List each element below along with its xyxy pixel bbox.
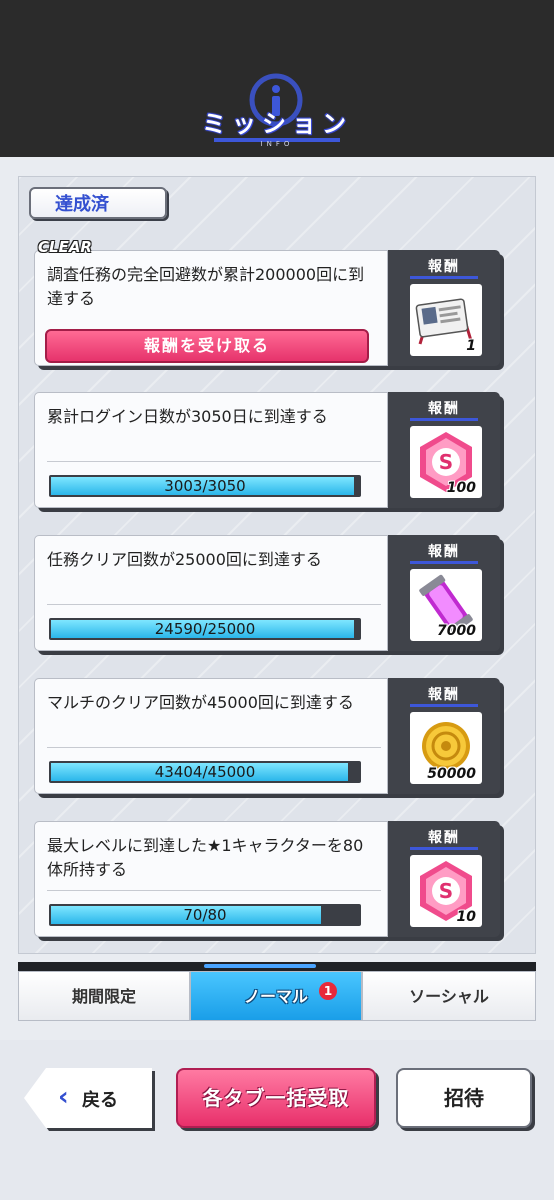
mission-body: 最大レベルに到達した★1キャラクターを80体所持する 70/80: [34, 821, 388, 937]
bulk-claim-button[interactable]: 各タブ一括受取: [176, 1068, 376, 1128]
tab-label: ソーシャル: [409, 987, 489, 1006]
header-bar: ミッション INFO: [0, 0, 554, 157]
progress-text: 24590/25000: [154, 620, 256, 638]
tab-limited[interactable]: 期間限定: [18, 971, 190, 1021]
mission-card: 任務クリア回数が25000回に到達する 24590/25000 報酬 7000: [34, 535, 504, 655]
reward-underline: [410, 418, 478, 421]
tab-label: 期間限定: [71, 987, 136, 1006]
progress-bar: 43404/45000: [49, 761, 361, 783]
svg-text:S: S: [439, 450, 453, 474]
mission-text: 調査任務の完全回避数が累計200000回に到達する: [47, 265, 365, 308]
reward-tile[interactable]: 7000: [410, 569, 482, 641]
svg-text:S: S: [439, 879, 453, 903]
progress-bar: 3003/3050: [49, 475, 361, 497]
mission-card: マルチのクリア回数が45000回に到達する 43404/45000 報酬 500…: [34, 678, 504, 798]
reward-underline: [410, 276, 478, 279]
page-title: ミッション: [202, 110, 352, 138]
clear-badge: CLEAR: [38, 238, 92, 256]
completed-filter-tab[interactable]: 達成済: [29, 187, 167, 219]
card-divider: [47, 890, 381, 891]
mission-text: 累計ログイン日数が3050日に到達する: [47, 407, 328, 426]
mission-body: マルチのクリア回数が45000回に到達する 43404/45000: [34, 678, 388, 794]
mission-card: 調査任務の完全回避数が累計200000回に到達する 報酬を受け取る CLEAR …: [34, 238, 504, 370]
reward-label: 報酬: [428, 544, 460, 560]
tab-normal[interactable]: ノーマル 1: [190, 971, 362, 1021]
reward-count: 100: [446, 480, 476, 496]
reward-tile[interactable]: S 10: [410, 855, 482, 927]
invite-button[interactable]: 招待: [396, 1068, 532, 1128]
active-tab-indicator: [204, 964, 316, 968]
reward-box: 報酬 7000: [388, 535, 500, 651]
reward-tile[interactable]: 1: [410, 284, 482, 356]
reward-underline: [410, 847, 478, 850]
reward-box: 報酬 1: [388, 250, 500, 366]
progress-bar: 24590/25000: [49, 618, 361, 640]
tab-social[interactable]: ソーシャル: [362, 971, 536, 1021]
mission-text: 最大レベルに到達した★1キャラクターを80体所持する: [47, 836, 364, 879]
reward-label: 報酬: [428, 687, 460, 703]
card-divider: [47, 461, 381, 462]
reward-count: 10: [456, 909, 476, 925]
reward-tile[interactable]: 50000: [410, 712, 482, 784]
tab-label: ノーマル: [243, 987, 308, 1006]
mission-body: 任務クリア回数が25000回に到達する 24590/25000: [34, 535, 388, 651]
reward-box: 報酬 50000: [388, 678, 500, 794]
progress-text: 3003/3050: [164, 477, 246, 495]
progress-text: 70/80: [183, 906, 227, 924]
back-button-label: 戻る: [82, 1090, 118, 1111]
mission-text: 任務クリア回数が25000回に到達する: [47, 550, 322, 569]
reward-underline: [410, 561, 478, 564]
card-divider: [47, 747, 381, 748]
tabs-header-strip: [18, 962, 536, 971]
reward-tile[interactable]: S 100: [410, 426, 482, 498]
mission-card: 最大レベルに到達した★1キャラクターを80体所持する 70/80 報酬 S 10: [34, 821, 504, 941]
page-subtitle: INFO: [260, 140, 294, 148]
reward-count: 50000: [427, 766, 476, 782]
notification-badge: 1: [319, 982, 337, 1000]
reward-label: 報酬: [428, 401, 460, 417]
reward-count: 1: [466, 338, 476, 354]
mission-body: 調査任務の完全回避数が累計200000回に到達する 報酬を受け取る: [34, 250, 388, 366]
claim-reward-button[interactable]: 報酬を受け取る: [45, 329, 369, 363]
mission-body: 累計ログイン日数が3050日に到達する 3003/3050: [34, 392, 388, 508]
back-button[interactable]: ‹ 戻る: [24, 1068, 155, 1131]
reward-label: 報酬: [428, 830, 460, 846]
reward-box: 報酬 S 10: [388, 821, 500, 937]
reward-box: 報酬 S 100: [388, 392, 500, 508]
progress-text: 43404/45000: [154, 763, 256, 781]
reward-underline: [410, 704, 478, 707]
chevron-left-icon: ‹: [58, 1082, 69, 1112]
progress-bar: 70/80: [49, 904, 361, 926]
mission-card: 累計ログイン日数が3050日に到達する 3003/3050 報酬 S 100: [34, 392, 504, 512]
mission-text: マルチのクリア回数が45000回に到達する: [47, 693, 354, 712]
reward-count: 7000: [437, 623, 476, 639]
reward-label: 報酬: [428, 259, 460, 275]
card-divider: [47, 604, 381, 605]
